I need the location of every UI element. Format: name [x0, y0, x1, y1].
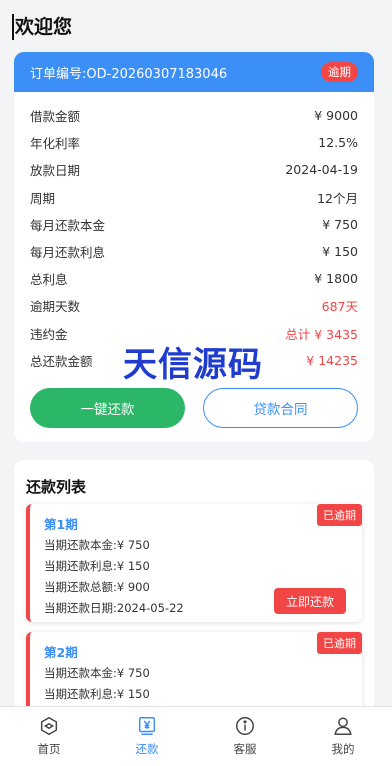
- detail-label: 总利息: [30, 272, 68, 288]
- period-interest: 当期还款利息:¥ 150: [44, 687, 150, 701]
- tab-label: 我的: [331, 742, 355, 756]
- tab-label: 还款: [135, 742, 159, 756]
- detail-row-period: 周期 12个月: [30, 184, 358, 211]
- detail-label: 放款日期: [30, 163, 81, 179]
- detail-value: 12.5%: [318, 135, 358, 151]
- loan-actions: 一键还款 贷款合同: [30, 388, 358, 428]
- yen-icon: [138, 717, 156, 735]
- period-title: 第2期: [44, 645, 78, 660]
- detail-label: 每月还款利息: [30, 245, 106, 261]
- detail-value: ¥ 1800: [314, 271, 358, 287]
- detail-row-overdue-days: 逾期天数 687天: [30, 292, 358, 319]
- overdue-badge: 已逾期: [317, 504, 362, 526]
- detail-value: ¥ 14235: [306, 352, 358, 368]
- info-icon: [236, 717, 254, 735]
- period-date: 当期还款日期:2024-05-22: [44, 601, 184, 615]
- detail-value: 12个月: [317, 190, 358, 206]
- detail-row-monthly-interest: 每月还款利息 ¥ 150: [30, 238, 358, 265]
- order-number: 订单编号:OD-20260307183046: [30, 66, 228, 82]
- detail-row-date: 放款日期 2024-04-19: [30, 156, 358, 183]
- repayment-item: 第1期 已逾期 当期还款本金:¥ 750 当期还款利息:¥ 150 当期还款总额…: [26, 504, 362, 622]
- detail-label: 年化利率: [30, 136, 81, 152]
- loan-contract-button[interactable]: 贷款合同: [203, 388, 358, 428]
- detail-row-amount: 借款金额 ¥ 9000: [30, 102, 358, 129]
- detail-label: 总还款金额: [30, 353, 93, 369]
- period-total: 当期还款总额:¥ 900: [44, 580, 150, 594]
- detail-value: ¥ 150: [322, 244, 358, 260]
- detail-label: 借款金额: [30, 109, 81, 125]
- detail-row-rate: 年化利率 12.5%: [30, 129, 358, 156]
- detail-label: 周期: [30, 190, 56, 206]
- tab-label: 客服: [233, 742, 257, 756]
- tab-repay[interactable]: 还款: [98, 707, 196, 766]
- detail-value: 687天: [321, 299, 358, 315]
- detail-value: 总计 ¥ 3435: [285, 326, 358, 342]
- user-icon: [334, 717, 352, 735]
- period-principal: 当期还款本金:¥ 750: [44, 538, 150, 552]
- pay-now-button[interactable]: 立即还款: [274, 588, 346, 614]
- page-title: 欢迎您: [12, 14, 72, 40]
- detail-row-total-interest: 总利息 ¥ 1800: [30, 265, 358, 292]
- detail-value: 2024-04-19: [285, 162, 358, 178]
- period-principal: 当期还款本金:¥ 750: [44, 666, 150, 680]
- status-badge: 逾期: [321, 62, 358, 82]
- loan-header: 订单编号:OD-20260307183046 逾期: [14, 52, 374, 92]
- period-interest: 当期还款利息:¥ 150: [44, 559, 150, 573]
- overdue-badge: 已逾期: [317, 632, 362, 654]
- period-title: 第1期: [44, 517, 78, 532]
- detail-row-penalty: 违约金 总计 ¥ 3435: [30, 320, 358, 347]
- repayment-list-title: 还款列表: [26, 478, 87, 496]
- detail-value: ¥ 9000: [314, 108, 358, 124]
- detail-label: 逾期天数: [30, 299, 81, 315]
- tab-mine[interactable]: 我的: [294, 707, 392, 766]
- bottom-tabbar: 首页 还款 客服 我的: [0, 706, 392, 766]
- detail-label: 每月还款本金: [30, 217, 106, 233]
- detail-value: ¥ 750: [322, 216, 358, 232]
- loan-detail-list: 借款金额 ¥ 9000 年化利率 12.5% 放款日期 2024-04-19 周…: [14, 92, 374, 374]
- tab-label: 首页: [37, 742, 61, 756]
- home-icon: [40, 716, 58, 736]
- tab-service[interactable]: 客服: [196, 707, 294, 766]
- detail-row-monthly-principal: 每月还款本金 ¥ 750: [30, 211, 358, 238]
- tab-home[interactable]: 首页: [0, 707, 98, 766]
- detail-label: 违约金: [30, 326, 68, 342]
- repay-all-button[interactable]: 一键还款: [30, 388, 185, 428]
- watermark: 天信源码: [123, 345, 263, 385]
